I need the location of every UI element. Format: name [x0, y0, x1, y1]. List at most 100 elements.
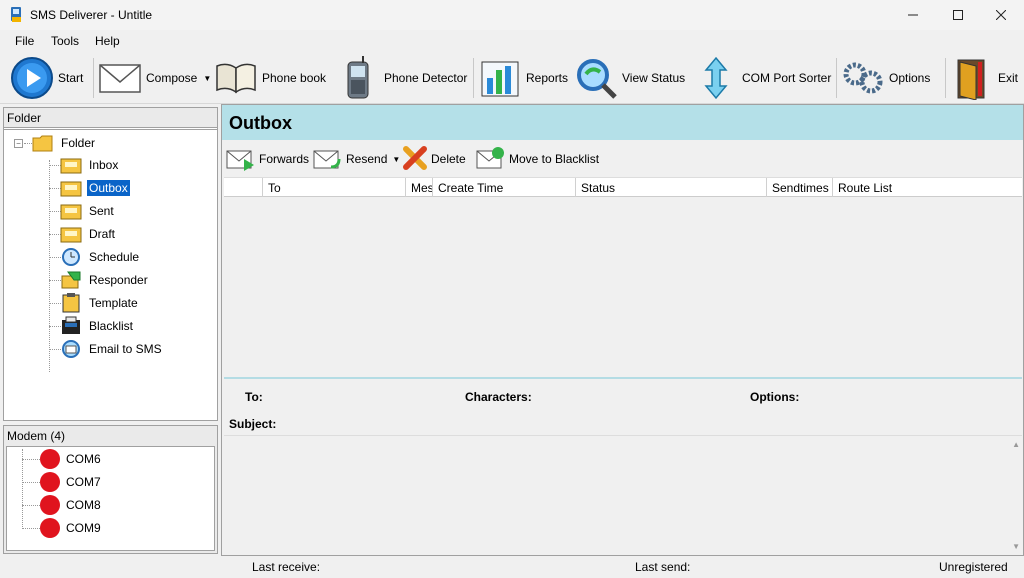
chevron-down-icon[interactable]: ▼ — [392, 155, 400, 164]
status-dot-icon — [40, 518, 60, 538]
scroll-down-icon[interactable]: ▼ — [1012, 542, 1020, 551]
column-header-route-list[interactable]: Route List — [833, 178, 1022, 197]
window-title: SMS Deliverer - Untitle — [30, 8, 153, 22]
to-label: To: — [245, 390, 263, 404]
tree-item-draft[interactable]: Draft — [60, 224, 117, 244]
status-dot-icon — [40, 495, 60, 515]
phone-book-button[interactable]: Phone book — [214, 54, 326, 102]
folder-panel: Folder − Folder Inbox Outbox Sent Draft … — [3, 107, 218, 421]
last-send-status: Last send: — [635, 560, 691, 574]
modem-item-com6[interactable]: COM6 — [22, 449, 101, 469]
menu-bar: File Tools Help — [0, 31, 1024, 51]
start-button[interactable]: Start — [10, 54, 83, 102]
forward-envelope-icon — [226, 145, 256, 174]
tree-connector — [49, 160, 50, 372]
clock-icon — [60, 247, 82, 267]
toolbar-separator — [93, 58, 94, 98]
book-icon — [214, 56, 258, 100]
blacklist-envelope-icon — [476, 145, 506, 174]
toolbar: Start Compose ▼ Phone book Phone Detecto… — [0, 52, 1024, 104]
move-to-blacklist-button[interactable]: Move to Blacklist — [476, 145, 599, 173]
title-bar: SMS Deliverer - Untitle — [0, 0, 1024, 30]
app-icon — [10, 7, 23, 23]
folder-icon — [32, 133, 54, 153]
toolbar-separator — [473, 58, 474, 98]
options-button[interactable]: Options — [841, 54, 930, 102]
envelope-icon — [98, 56, 142, 100]
toolbar-separator — [945, 58, 946, 98]
main-panel: Outbox Forwards Resend ▼ Delete Move to … — [221, 104, 1024, 556]
tree-item-inbox[interactable]: Inbox — [60, 155, 120, 175]
registration-status: Unregistered — [939, 560, 1008, 574]
column-header-to[interactable]: To — [263, 178, 406, 197]
chevron-down-icon[interactable]: ▼ — [203, 74, 211, 83]
modem-panel: Modem (4) COM6 COM7 COM8 COM9 — [3, 425, 218, 554]
tree-item-sent[interactable]: Sent — [60, 201, 116, 221]
gears-icon — [841, 56, 885, 100]
door-exit-icon — [950, 56, 994, 100]
options-label: Options: — [750, 390, 800, 404]
draft-tray-icon — [60, 224, 82, 244]
column-header-checkbox[interactable] — [224, 178, 263, 197]
status-bar: Last receive: Last send: Unregistered — [0, 556, 1024, 578]
magnifier-icon — [574, 56, 618, 100]
modem-list: COM6 COM7 COM8 COM9 — [6, 446, 215, 551]
exit-button[interactable]: Exit — [950, 54, 1018, 102]
tree-item-outbox[interactable]: Outbox — [60, 178, 130, 198]
modem-item-com9[interactable]: COM9 — [22, 518, 101, 538]
column-header-create-time[interactable]: Create Time — [433, 178, 576, 197]
menu-file[interactable]: File — [15, 34, 34, 48]
tree-item-schedule[interactable]: Schedule — [60, 247, 141, 267]
scroll-up-icon[interactable]: ▲ — [1012, 440, 1020, 449]
status-dot-icon — [40, 472, 60, 492]
status-dot-icon — [40, 449, 60, 469]
tree-item-blacklist[interactable]: Blacklist — [60, 316, 135, 336]
subject-label: Subject: — [229, 417, 277, 431]
message-body[interactable]: ▲ ▼ — [224, 435, 1022, 555]
page-title: Outbox — [222, 105, 1023, 140]
collapse-toggle-icon[interactable]: − — [14, 139, 23, 148]
compose-button[interactable]: Compose ▼ — [98, 54, 211, 102]
resend-button[interactable]: Resend ▼ — [313, 145, 400, 173]
responder-icon — [60, 270, 82, 290]
column-header-status[interactable]: Status — [576, 178, 767, 197]
tree-item-email-to-sms[interactable]: Email to SMS — [60, 339, 164, 359]
reports-button[interactable]: Reports — [478, 54, 568, 102]
column-header-message[interactable]: Mes — [406, 178, 433, 197]
message-grid: To Mes Create Time Status Sendtimes Rout… — [224, 177, 1022, 379]
view-status-button[interactable]: View Status — [574, 54, 685, 102]
minimize-button[interactable] — [890, 0, 936, 30]
phone-detector-button[interactable]: Phone Detector — [336, 54, 467, 102]
close-button[interactable] — [978, 0, 1024, 30]
inbox-tray-icon — [60, 155, 82, 175]
tree-item-responder[interactable]: Responder — [60, 270, 150, 290]
play-icon — [10, 56, 54, 100]
com-port-sorter-button[interactable]: COM Port Sorter — [694, 54, 831, 102]
last-receive-status: Last receive: — [252, 560, 321, 574]
clipboard-icon — [60, 293, 82, 313]
delete-x-icon — [402, 145, 428, 174]
menu-tools[interactable]: Tools — [51, 34, 79, 48]
folder-panel-header: Folder — [4, 108, 217, 128]
toolbar-separator — [836, 58, 837, 98]
menu-help[interactable]: Help — [95, 34, 120, 48]
up-down-arrows-icon — [694, 56, 738, 100]
tree-root-folder[interactable]: Folder — [32, 133, 97, 153]
forwards-button[interactable]: Forwards — [226, 145, 309, 173]
blacklist-icon — [60, 316, 82, 336]
action-bar: Forwards Resend ▼ Delete Move to Blackli… — [222, 141, 1023, 177]
modem-item-com7[interactable]: COM7 — [22, 472, 101, 492]
folder-tree: − Folder Inbox Outbox Sent Draft Schedul… — [4, 129, 217, 421]
bar-chart-icon — [478, 56, 522, 100]
modem-item-com8[interactable]: COM8 — [22, 495, 101, 515]
outbox-tray-icon — [60, 178, 82, 198]
tree-item-template[interactable]: Template — [60, 293, 140, 313]
resend-envelope-icon — [313, 145, 343, 174]
column-header-sendtimes[interactable]: Sendtimes — [767, 178, 833, 197]
mobile-phone-icon — [336, 56, 380, 100]
modem-panel-header: Modem (4) — [7, 429, 66, 443]
email-sync-icon — [60, 339, 82, 359]
sent-tray-icon — [60, 201, 82, 221]
delete-button[interactable]: Delete — [402, 145, 466, 173]
maximize-button[interactable] — [935, 0, 981, 30]
